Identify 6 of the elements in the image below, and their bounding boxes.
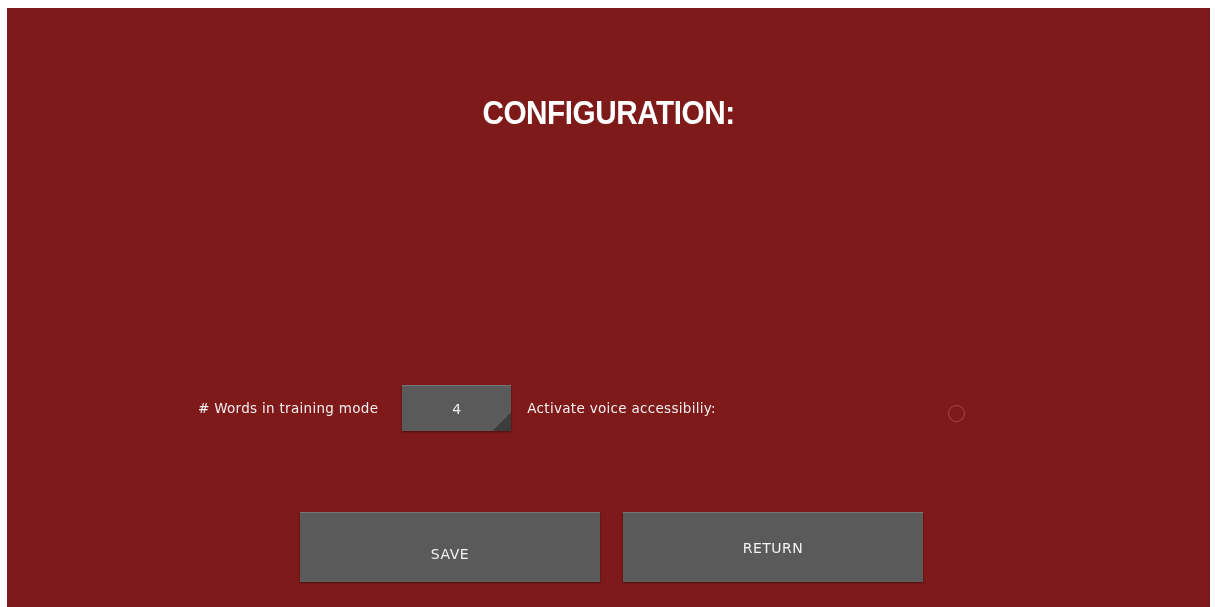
return-button[interactable]: RETURN: [623, 512, 923, 582]
field-label: # Words in training mode: [198, 400, 379, 416]
screen-title: CONFIGURATION:: [481, 93, 736, 133]
words-count-field[interactable]: 4: [402, 385, 512, 431]
save-button[interactable]: SAVE: [300, 512, 600, 582]
option-label: Activate voice accessibiliy:: [527, 400, 716, 416]
